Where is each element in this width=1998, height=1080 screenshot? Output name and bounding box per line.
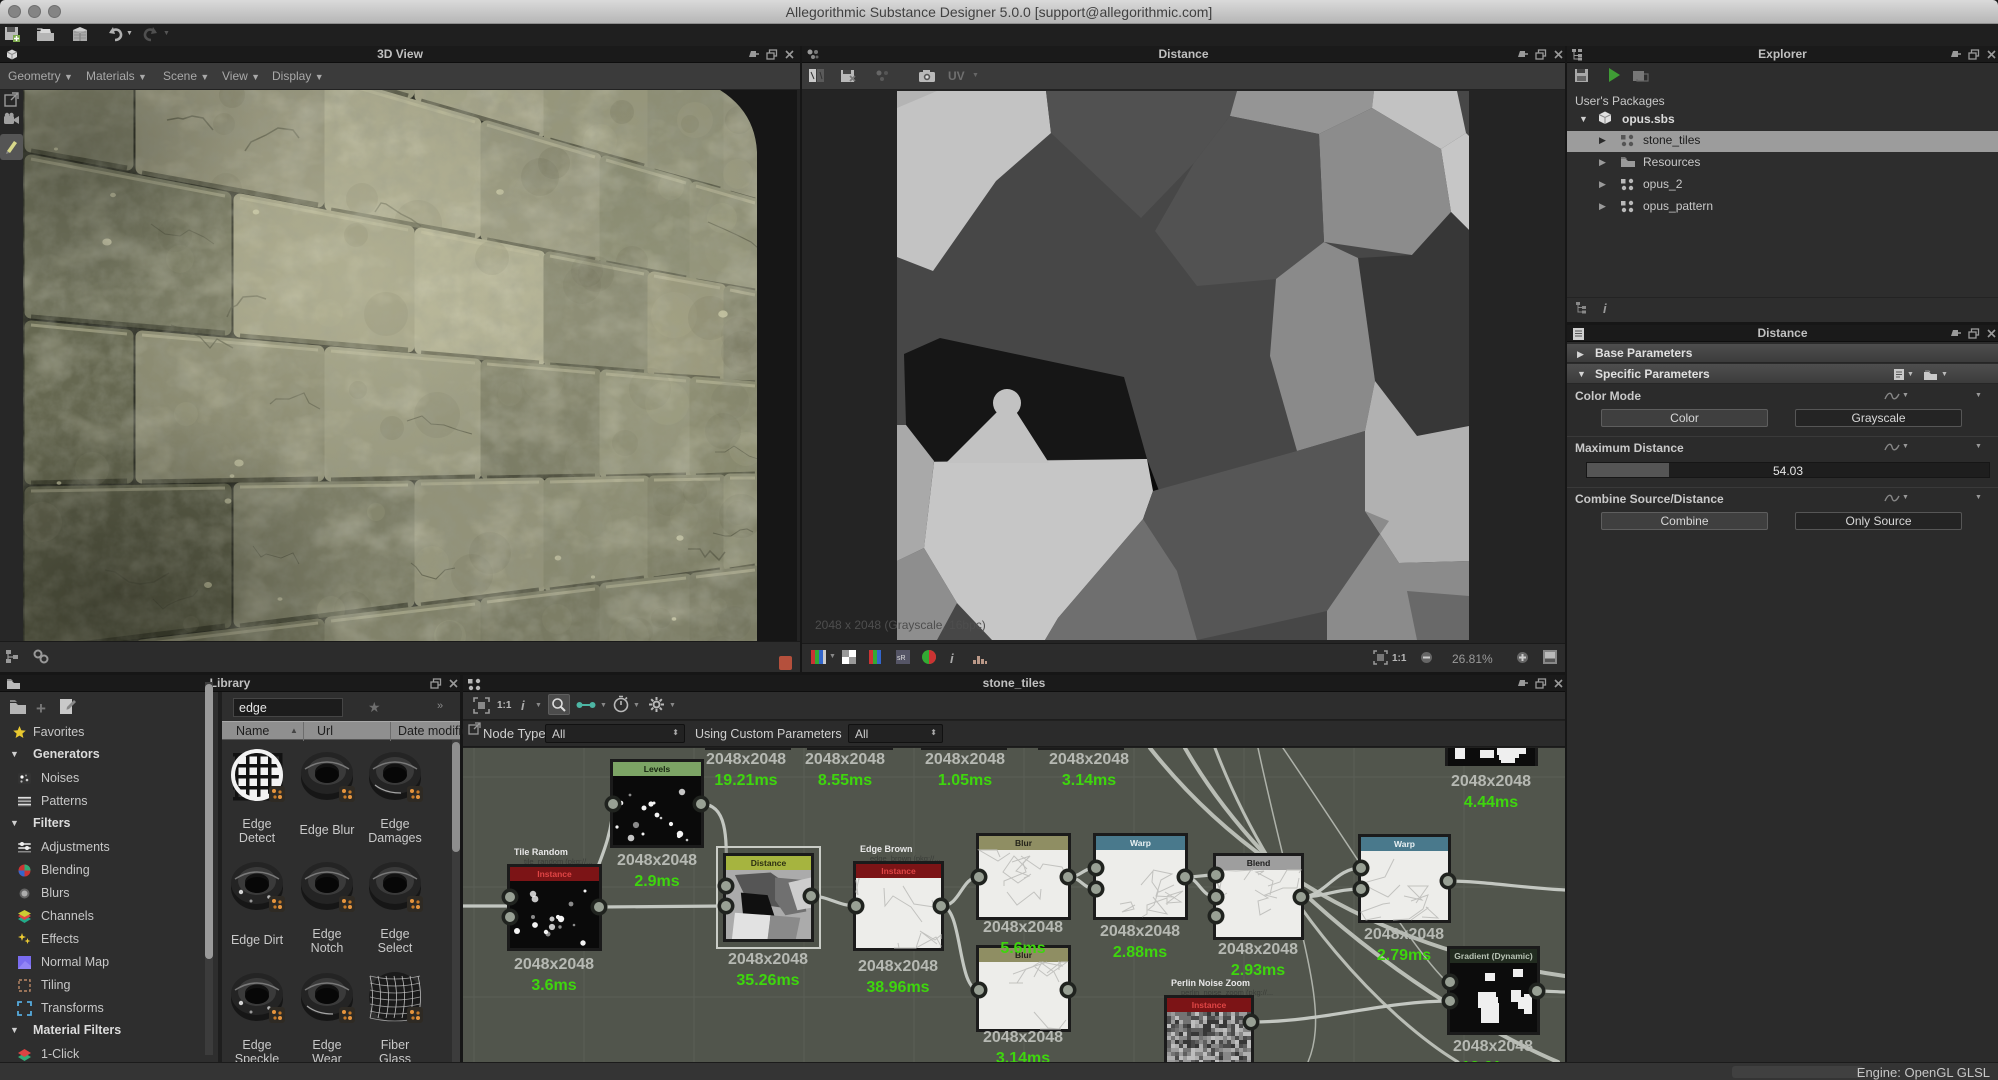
svg-text:2048x2048: 2048x2048: [1218, 941, 1298, 958]
svg-text:8.55ms: 8.55ms: [818, 772, 872, 789]
svg-text:1.05ms: 1.05ms: [938, 772, 992, 789]
svg-text:Warp: Warp: [1130, 838, 1151, 848]
svg-text:Distance: Distance: [751, 858, 787, 868]
svg-text:2048x2048: 2048x2048: [805, 751, 885, 768]
svg-text:3.14ms: 3.14ms: [1062, 772, 1116, 789]
svg-text:2048x2048: 2048x2048: [983, 1029, 1063, 1046]
svg-text:2048x2048: 2048x2048: [706, 751, 786, 768]
svg-text:19.21ms: 19.21ms: [714, 772, 777, 789]
svg-text:2048x2048: 2048x2048: [925, 751, 1005, 768]
svg-text:2.93ms: 2.93ms: [1231, 962, 1285, 979]
svg-text:5.6ms: 5.6ms: [1000, 940, 1045, 957]
svg-text:2048x2048: 2048x2048: [1453, 1038, 1533, 1055]
svg-text:4.44ms: 4.44ms: [1464, 794, 1518, 811]
svg-text:2048x2048: 2048x2048: [1364, 926, 1444, 943]
svg-text:Gradient (Dynamic): Gradient (Dynamic): [1454, 951, 1533, 961]
svg-text:38.96ms: 38.96ms: [866, 979, 929, 996]
svg-text:Perlin Noise Zoom: Perlin Noise Zoom: [1171, 978, 1250, 988]
svg-text:Edge Brown: Edge Brown: [860, 844, 913, 854]
svg-text:Warp: Warp: [1394, 839, 1415, 849]
svg-text:2048x2048: 2048x2048: [1451, 773, 1531, 790]
svg-text:2048x2048: 2048x2048: [1100, 923, 1180, 940]
svg-text:3.14ms: 3.14ms: [996, 1050, 1050, 1062]
svg-text:2048x2048: 2048x2048: [858, 958, 938, 975]
svg-text:Levels: Levels: [644, 764, 671, 774]
svg-text:2.88ms: 2.88ms: [1113, 944, 1167, 961]
svg-text:Instance: Instance: [881, 866, 916, 876]
svg-text:2.9ms: 2.9ms: [634, 873, 679, 890]
svg-text:Blur: Blur: [1015, 838, 1033, 848]
svg-text:Blend: Blend: [1247, 858, 1271, 868]
svg-text:2048x2048: 2048x2048: [617, 852, 697, 869]
svg-text:Tile Random: Tile Random: [514, 847, 568, 857]
svg-text:2.79ms: 2.79ms: [1377, 947, 1431, 964]
svg-text:2048x2048: 2048x2048: [728, 951, 808, 968]
svg-text:2048x2048: 2048x2048: [983, 919, 1063, 936]
svg-text:3.6ms: 3.6ms: [531, 977, 576, 994]
svg-text:35.26ms: 35.26ms: [736, 972, 799, 989]
svg-text:Instance: Instance: [1192, 1000, 1227, 1010]
svg-text:sR: sR: [897, 655, 906, 662]
svg-text:2048x2048: 2048x2048: [514, 956, 594, 973]
svg-text:2048x2048: 2048x2048: [1049, 751, 1129, 768]
svg-text:Instance: Instance: [537, 869, 572, 879]
